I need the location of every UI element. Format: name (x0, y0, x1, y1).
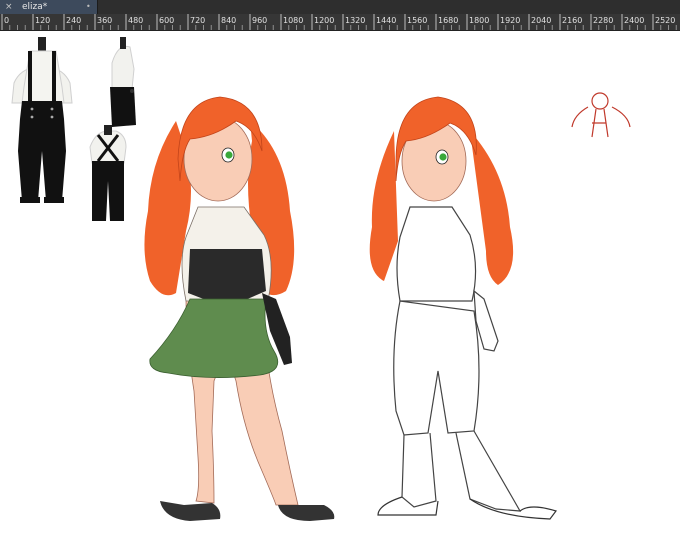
app-window: × eliza* • 0 120 240 360 480 600 720 840 960 1080… (0, 0, 680, 557)
ruler-label: 480 (128, 16, 143, 25)
close-tab-icon[interactable]: × (5, 1, 13, 13)
ruler-label: 1080 (283, 16, 303, 25)
reference-image-front (8, 37, 82, 229)
artwork (8, 37, 631, 521)
reference-image-back (89, 125, 127, 221)
ruler-label: 2280 (593, 16, 613, 25)
horizontal-ruler[interactable]: 0 120 240 360 480 600 720 840 960 1080 1200 1320 144… (0, 14, 680, 31)
document-tab-bar: × eliza* • (0, 0, 680, 14)
ruler-label: 2400 (624, 16, 644, 25)
ruler-label: 240 (66, 16, 81, 25)
ruler-ticks: 0 120 240 360 480 600 720 840 960 1080 1200 1320 144… (1, 14, 677, 30)
ruler-label: 960 (252, 16, 267, 25)
reference-image-side (110, 37, 136, 127)
ruler-label: 360 (97, 16, 112, 25)
ruler-label: 1320 (345, 16, 365, 25)
ruler-label: 840 (221, 16, 236, 25)
character-colored (144, 96, 335, 521)
ruler-label: 2160 (562, 16, 582, 25)
ruler-label: 1440 (376, 16, 396, 25)
ruler-label: 1920 (500, 16, 520, 25)
tab-title: eliza* (22, 2, 48, 12)
drawing-canvas[interactable] (0, 31, 680, 557)
tab-modified-icon: • (86, 2, 91, 11)
ruler-label: 0 (4, 16, 9, 25)
ruler-label: 2040 (531, 16, 551, 25)
ruler-label: 1680 (438, 16, 458, 25)
ruler-label: 1800 (469, 16, 489, 25)
ruler-label: 2520 (655, 16, 675, 25)
ruler-label: 600 (159, 16, 174, 25)
ruler-label: 1200 (314, 16, 334, 25)
ruler-label: 1560 (407, 16, 427, 25)
thumbnail-sketch (571, 92, 631, 138)
ruler-label: 120 (35, 16, 50, 25)
ruler-label: 720 (190, 16, 205, 25)
tab-eliza[interactable]: × eliza* • (0, 0, 98, 14)
character-sketch (369, 96, 557, 520)
